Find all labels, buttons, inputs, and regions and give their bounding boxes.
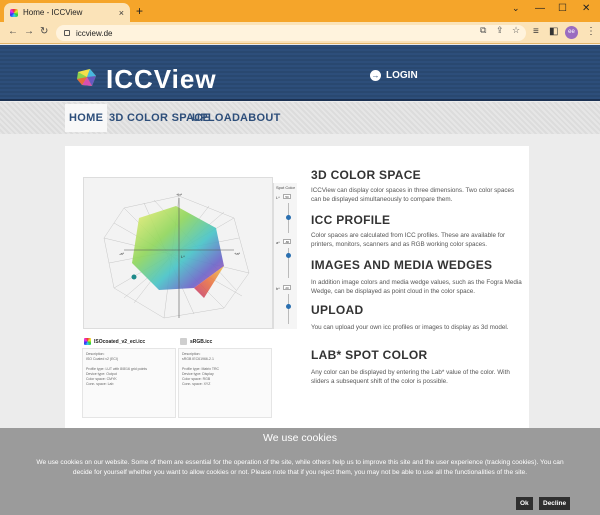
- browser-tab-bar: Home - ICCView × + ⌄ — ☐ ✕: [0, 0, 600, 22]
- tab-close-icon[interactable]: ×: [119, 8, 124, 18]
- nav-home[interactable]: HOME: [65, 104, 108, 132]
- profile-2-details: Description: sRGB IEC61966-2.1 Profile t…: [178, 348, 272, 418]
- profile-line: Conn. space: XYZ: [182, 382, 211, 386]
- side-panel-icon[interactable]: ◧: [549, 26, 558, 37]
- b-slider-handle[interactable]: [286, 304, 291, 309]
- bookmark-star-icon[interactable]: ☆: [512, 25, 520, 36]
- translate-icon[interactable]: ⧉: [480, 25, 486, 36]
- cookie-ok-button[interactable]: Ok: [516, 497, 533, 510]
- spot-color-title: Spot Color: [276, 185, 295, 190]
- site-logo-text[interactable]: ICCView: [106, 64, 217, 95]
- l-slider-handle[interactable]: [286, 215, 291, 220]
- axis-a-minus-label: -a*: [119, 251, 125, 256]
- section-images-title: IMAGES AND MEDIA WEDGES: [311, 258, 493, 272]
- login-icon: →: [370, 70, 381, 81]
- section-icc-profile-text: Color spaces are calculated from ICC pro…: [311, 232, 506, 248]
- cookie-title: We use cookies: [263, 432, 337, 444]
- section-icc-profile-title: ICC PROFILE: [311, 213, 391, 227]
- browser-tab[interactable]: Home - ICCView ×: [4, 3, 130, 22]
- profile-line: Conn. space: Lab: [86, 382, 114, 386]
- reload-icon[interactable]: ↻: [40, 26, 48, 37]
- section-lab-spot-color-title: LAB* SPOT COLOR: [311, 348, 428, 362]
- gamut-3d-graphic: +b* -a* +a* L*: [103, 192, 250, 319]
- tab-title: Home - ICCView: [23, 8, 83, 17]
- cookie-decline-button[interactable]: Decline: [539, 497, 571, 510]
- spot-color-panel: Spot Color L* 50 a* -80 b* 20: [273, 183, 297, 329]
- nav-upload[interactable]: UPLOAD: [192, 104, 240, 132]
- reading-list-icon[interactable]: ≡: [533, 26, 539, 37]
- close-window-button[interactable]: ✕: [582, 3, 590, 14]
- profile-2-name: sRGB.icc: [190, 338, 213, 345]
- profile-1-header: ISOcoated_v2_eci.icc: [84, 338, 145, 345]
- section-images-text: In addition image colors and media wedge…: [311, 279, 522, 295]
- tab-search-icon[interactable]: ⌄: [512, 3, 520, 14]
- l-value-input[interactable]: 50: [283, 194, 291, 199]
- minimize-button[interactable]: —: [535, 3, 545, 14]
- profile-1-details: Description: ISO Coated v2 (ECI) Profile…: [82, 348, 176, 418]
- section-3d-color-space-title: 3D COLOR SPACE: [311, 168, 421, 182]
- b-slider-track[interactable]: [288, 294, 289, 324]
- axis-b-plus-label: +b*: [176, 192, 183, 197]
- section-upload-text: You can upload your own icc profiles or …: [311, 324, 509, 331]
- l-slider-label: L*: [276, 195, 280, 200]
- spot-color-point: [131, 274, 137, 280]
- iccview-logo-icon: [77, 69, 96, 86]
- back-icon[interactable]: ←: [8, 26, 18, 37]
- profile-2-header: sRGB.icc: [180, 338, 212, 345]
- profile-1-name: ISOcoated_v2_eci.icc: [94, 338, 146, 345]
- url-text: iccview.de: [76, 28, 113, 38]
- profile-avatar[interactable]: ee: [565, 26, 578, 39]
- section-3d-color-space-text: ICCView can display color spaces in thre…: [311, 187, 515, 203]
- iccview-favicon-icon: [10, 8, 18, 17]
- b-slider-label: b*: [276, 286, 280, 291]
- section-upload-title: UPLOAD: [311, 303, 364, 317]
- axis-a-plus-label: +a*: [234, 251, 241, 256]
- browser-toolbar: ← → ↻ iccview.de ⧉ ⇪ ☆ ≡ ◧ ee ⋮: [0, 22, 600, 44]
- section-lab-spot-color-text: Any color can be displayed by entering t…: [311, 369, 510, 385]
- b-value-input[interactable]: 20: [283, 285, 291, 290]
- login-button[interactable]: → LOGIN: [370, 70, 418, 81]
- a-slider-handle[interactable]: [286, 253, 291, 258]
- forward-icon[interactable]: →: [24, 26, 34, 37]
- address-bar[interactable]: iccview.de: [56, 25, 526, 41]
- profile-color-icon: [180, 338, 187, 345]
- new-tab-button[interactable]: +: [136, 4, 143, 18]
- color-space-viewer[interactable]: +b* -a* +a* L*: [83, 177, 273, 329]
- a-value-input[interactable]: -80: [283, 239, 291, 244]
- profile-color-icon: [84, 338, 91, 345]
- cookie-text: We use cookies on our website. Some of t…: [36, 459, 564, 476]
- login-label: LOGIN: [386, 70, 418, 81]
- share-icon[interactable]: ⇪: [496, 25, 504, 36]
- menu-kebab-icon[interactable]: ⋮: [586, 26, 596, 37]
- maximize-button[interactable]: ☐: [558, 3, 567, 14]
- nav-about[interactable]: ABOUT: [240, 104, 281, 132]
- lock-icon[interactable]: [64, 30, 70, 36]
- a-slider-label: a*: [276, 240, 280, 245]
- axis-l-label: L*: [181, 254, 185, 259]
